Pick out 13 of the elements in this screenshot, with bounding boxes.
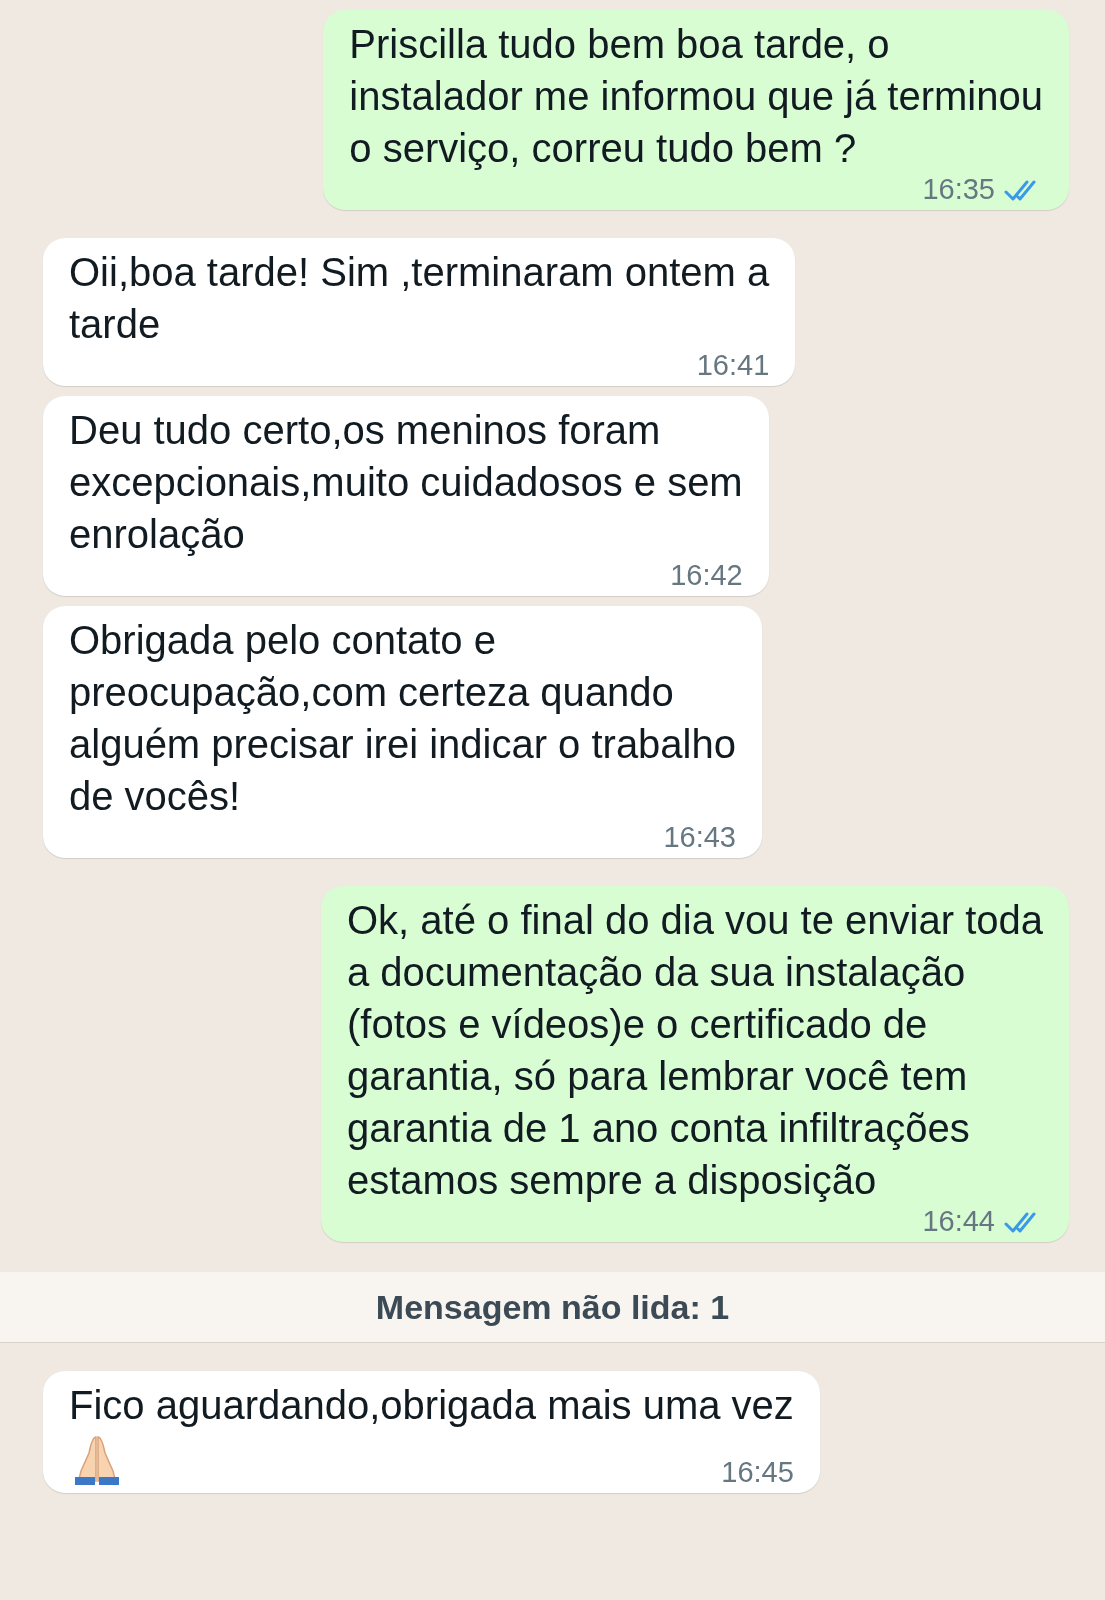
message-text: Obrigada pelo contato e preocupação,com certeza quando alguém precisar irei indicar o trabalho de vocês! (69, 617, 736, 820)
message-time: 16:41 (696, 350, 770, 380)
message-time: 16:42 (670, 560, 743, 590)
unread-label: Mensagem não lida: 1 (375, 1287, 730, 1327)
message-time: 16:45 (721, 1457, 794, 1487)
message-text: Fico aguardando,obrigada mais uma vez (69, 1382, 794, 1429)
message-time: 16:43 (663, 822, 736, 852)
message-text: Deu tudo certo,os meninos foram excepcionais,muito cuidadosos e sem enrolação (69, 407, 743, 558)
message-time: 16:35 (922, 174, 995, 204)
message-text: Ok, até o final do dia vou te enviar toda a documentação da sua instalação (fotos e vídeos)e o certificado de garantia, só para lembrar você tem garantia de 1 ano conta infiltrações estamos sempre a disposição (347, 897, 1043, 1204)
message-time: 16:44 (922, 1206, 995, 1236)
message-text: Priscilla tudo bem boa tarde, o instalador me informou que já terminou o serviço, correu tudo bem ? (349, 21, 1043, 172)
message-text: Oii,boa tarde! Sim ,terminaram ontem a tarde (69, 249, 770, 348)
